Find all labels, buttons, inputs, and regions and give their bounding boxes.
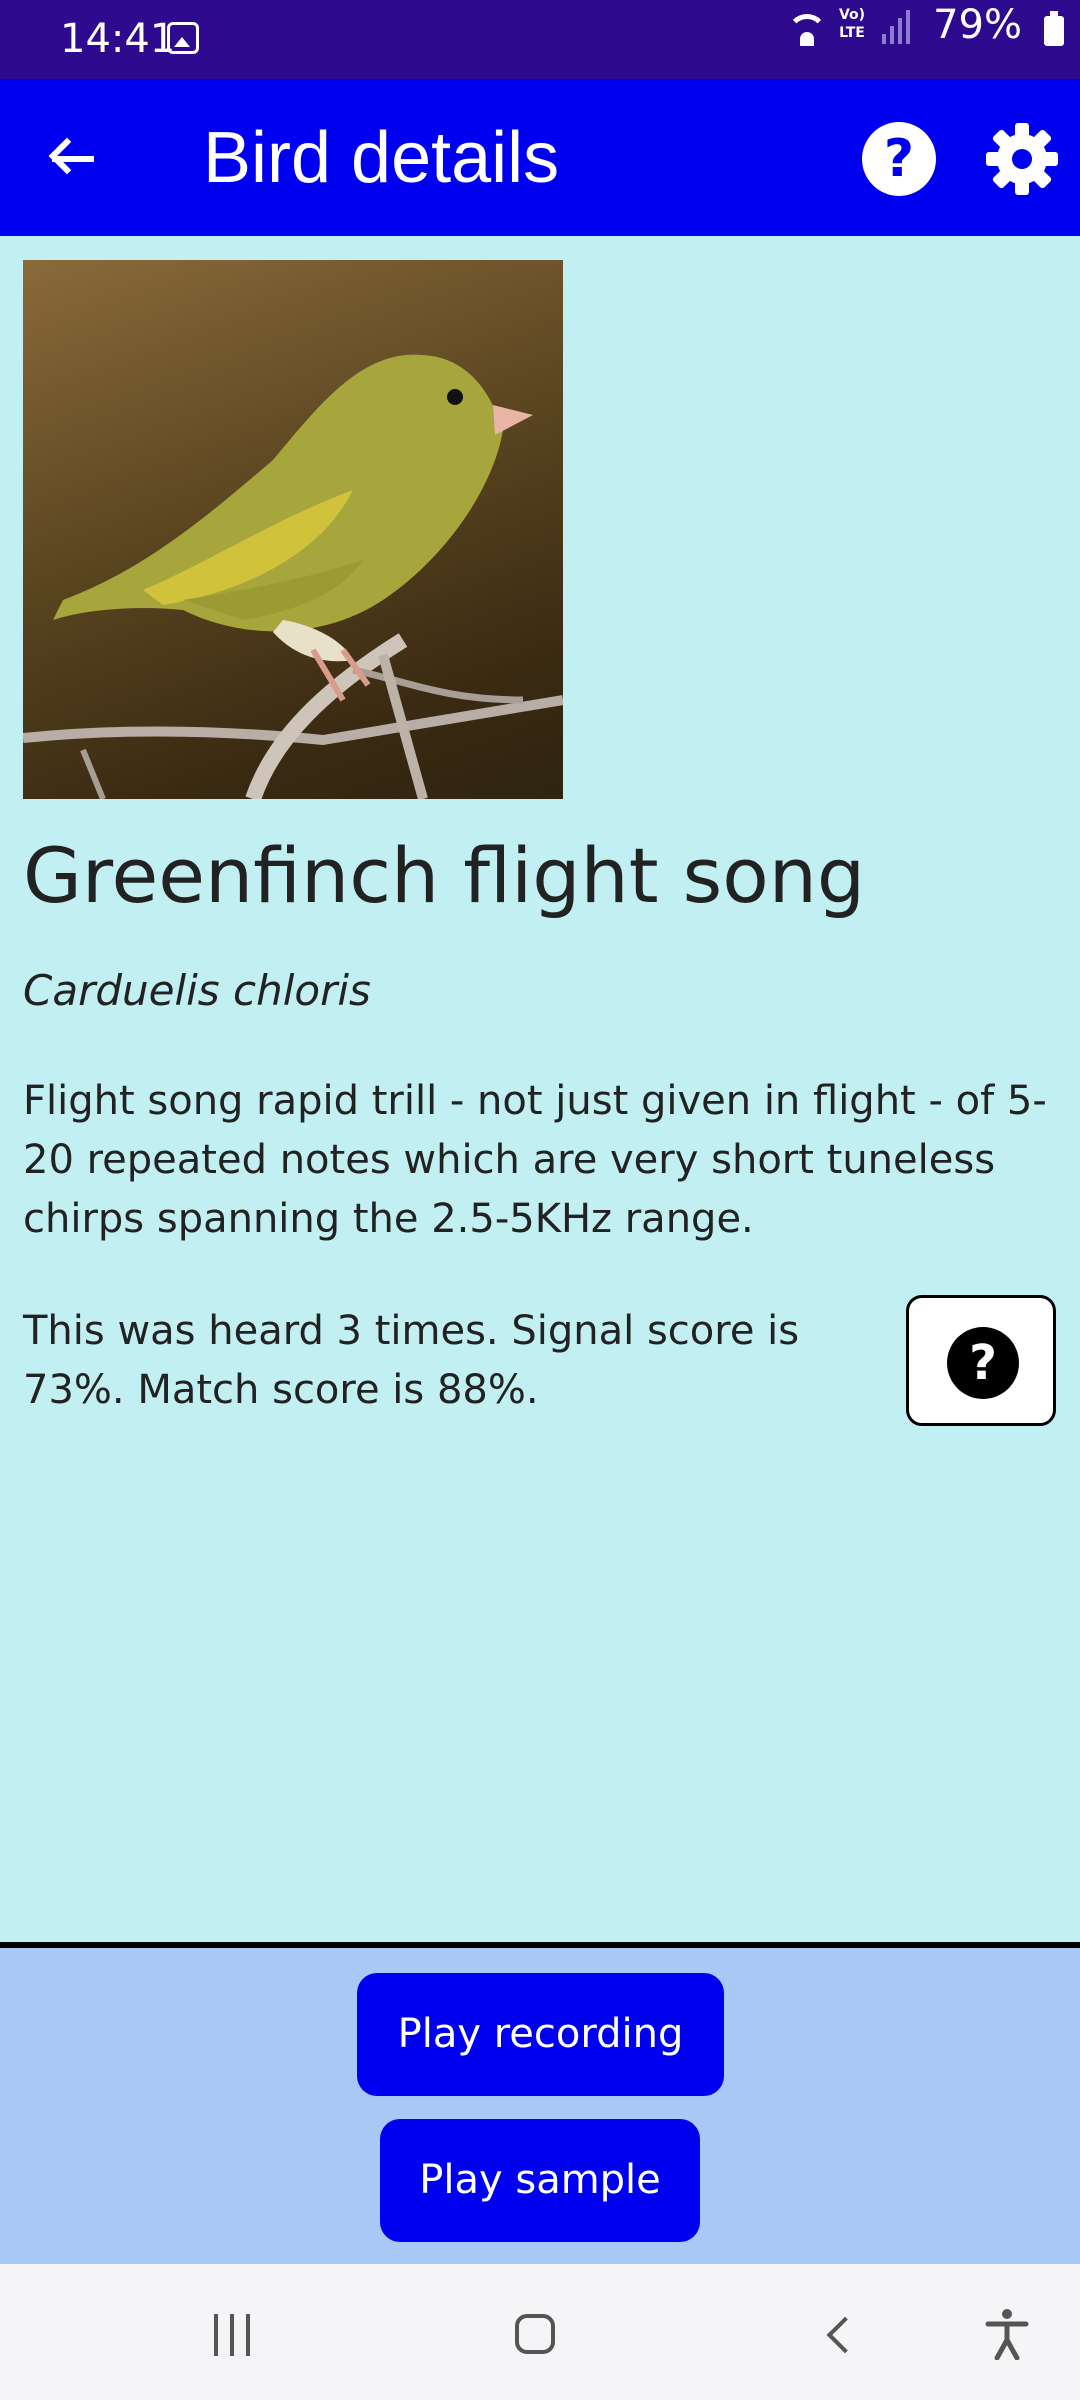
back-arrow-icon[interactable] xyxy=(40,123,110,193)
play-sample-button[interactable]: Play sample xyxy=(380,2119,700,2242)
system-nav-bar xyxy=(0,2264,1080,2400)
battery-icon xyxy=(1044,11,1064,46)
accessibility-icon[interactable] xyxy=(985,2308,1029,2361)
status-time: 14:41 xyxy=(60,16,176,62)
play-recording-button[interactable]: Play recording xyxy=(357,1973,724,2096)
detection-stats: This was heard 3 times. Signal score is … xyxy=(23,1308,800,1413)
page-title: Bird details xyxy=(203,118,560,198)
bird-description: Flight song rapid trill - not just given… xyxy=(23,1078,1047,1242)
status-bar: 14:41 Vo) LTE 79% xyxy=(0,0,1080,79)
recents-icon[interactable] xyxy=(210,2314,254,2356)
wifi-icon xyxy=(784,6,830,52)
signal-icon xyxy=(882,10,912,44)
help-icon: ? xyxy=(947,1327,1019,1399)
battery-percentage: 79% xyxy=(933,2,1022,48)
bird-common-name: Greenfinch flight song xyxy=(23,831,866,920)
home-icon[interactable] xyxy=(515,2314,555,2354)
bird-latin-name: Carduelis chloris xyxy=(23,966,371,1015)
back-icon[interactable] xyxy=(826,2316,864,2354)
app-bar: Bird details ? xyxy=(0,79,1080,236)
score-help-button[interactable]: ? xyxy=(906,1295,1056,1426)
volte-icon: Vo) LTE xyxy=(838,7,866,41)
help-icon: ? xyxy=(883,129,915,189)
gallery-icon xyxy=(167,22,199,54)
help-button[interactable]: ? xyxy=(862,122,936,196)
settings-gear-icon[interactable] xyxy=(984,121,1060,197)
bird-photo xyxy=(23,260,563,799)
